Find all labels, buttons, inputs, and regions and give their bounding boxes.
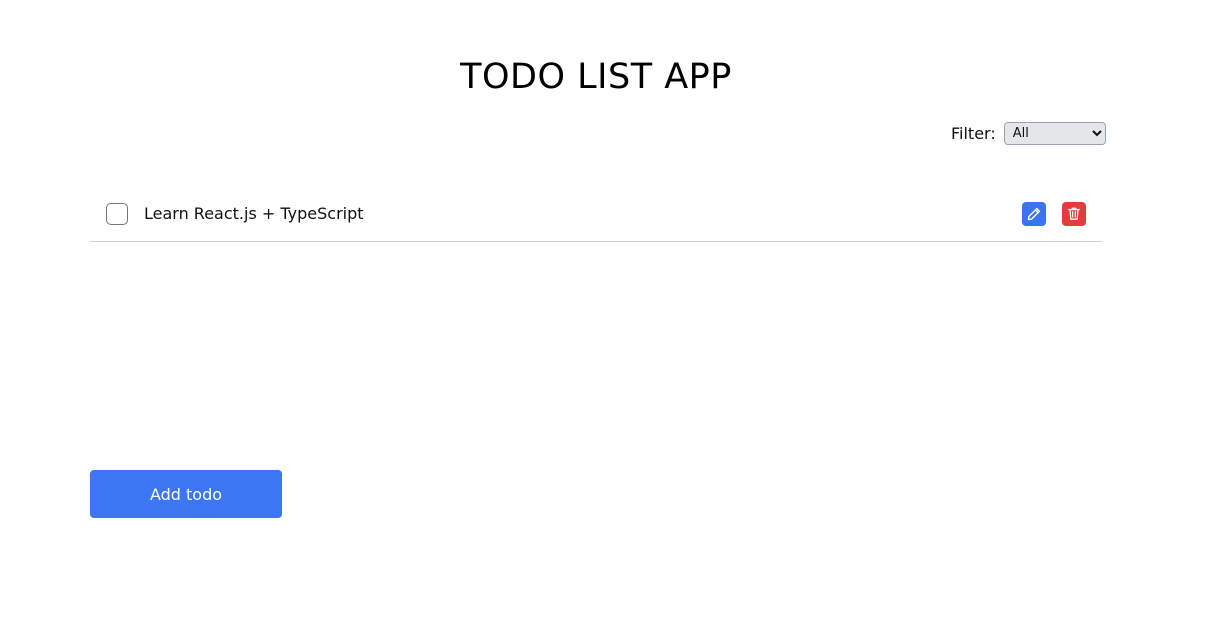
todo-checkbox[interactable] (106, 202, 128, 225)
trash-icon (1068, 207, 1080, 220)
delete-button[interactable] (1062, 201, 1086, 226)
add-todo-button[interactable]: Add todo (90, 470, 282, 518)
filter-label: Filter: (951, 124, 996, 143)
todo-list: Learn React.js + TypeScript (90, 186, 1102, 242)
todo-item: Learn React.js + TypeScript (90, 186, 1102, 242)
filter-control: Filter: All (951, 122, 1106, 145)
todo-app: TODO LIST APP Filter: All Learn React.js… (0, 0, 1224, 627)
pencil-icon (1027, 207, 1041, 220)
page-title: TODO LIST APP (460, 57, 732, 97)
todo-text: Learn React.js + TypeScript (144, 204, 364, 223)
edit-button[interactable] (1022, 201, 1046, 226)
filter-select[interactable]: All (1003, 122, 1106, 145)
